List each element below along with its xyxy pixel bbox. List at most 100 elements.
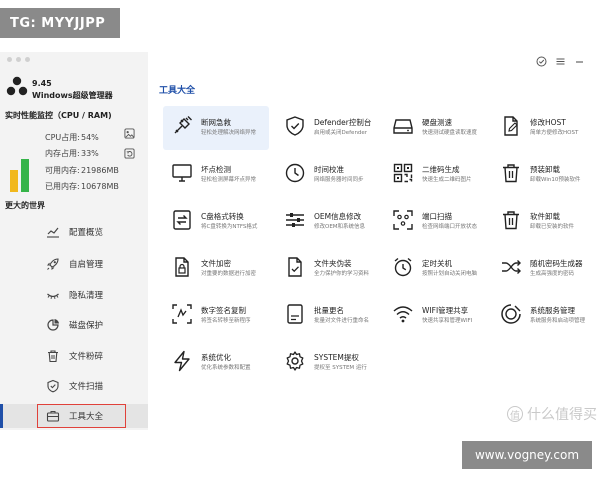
stat-value: 33% — [81, 149, 99, 159]
trash-icon — [48, 350, 58, 363]
tool-system-optimize[interactable]: 系统优化 优化系统参数和配置 — [163, 341, 269, 385]
file-check-icon — [288, 257, 302, 277]
refresh-image-icon[interactable] — [124, 148, 135, 159]
tool-batch-rename[interactable]: 批量更名 批量对文件进行重命名 — [276, 294, 382, 338]
tool-name: 批量更名 — [314, 306, 344, 315]
cpu-meter-bar — [10, 170, 18, 192]
tool-desc: 按照计划自动关闭电脑 — [422, 271, 478, 277]
tool-name: C盘格式转换 — [201, 212, 244, 221]
tool-c-convert[interactable]: C盘格式转换 将C盘转换为NTFS格式 — [163, 200, 269, 244]
rename-icon — [287, 304, 303, 324]
trash-icon — [503, 164, 519, 183]
tool-system-elevate[interactable]: SYSTEM提权 提权至 SYSTEM 运行 — [276, 341, 382, 385]
tool-wifi-share[interactable]: WIFI管理共享 快速共享和管理WIFI — [384, 294, 490, 338]
stat-value: 10678MB — [81, 182, 119, 192]
tool-name: 断网急救 — [201, 118, 231, 127]
qrcode-icon — [393, 163, 413, 183]
nav-item-config-overview[interactable]: 配置概览 — [0, 220, 148, 244]
check-circle-icon[interactable] — [536, 56, 547, 67]
nav-item-disk-protect[interactable]: 磁盘保护 — [0, 313, 148, 337]
tool-system-services[interactable]: 系统服务管理 系统服务和启动项管理 — [492, 294, 598, 338]
shield-check-icon — [286, 116, 304, 136]
tool-desc: 轻松处理解决网络异常 — [201, 130, 257, 136]
tool-signature-copy[interactable]: 数字签名复制 将签名转移至新程序 — [163, 294, 269, 338]
tool-desc: 快速共享和管理WIFI — [422, 318, 473, 324]
tool-network-rescue[interactable]: 断网急救 轻松处理解决网络异常 — [163, 106, 269, 150]
usage-meters — [10, 152, 38, 192]
tool-edit-host[interactable]: 修改HOST 简单方便修改HOST — [492, 106, 598, 150]
stat-label: 已用内存: — [45, 182, 80, 192]
tool-preinstall-uninstall[interactable]: 预装卸载 卸载Win10预装软件 — [492, 153, 598, 197]
tool-name: 随机密码生成器 — [530, 259, 583, 268]
tool-oem[interactable]: OEM信息修改 修改OEM和系统信息 — [276, 200, 382, 244]
tool-desc: 快速测试硬盘读取速度 — [422, 130, 478, 136]
tool-qrcode[interactable]: 二维码生成 快速生成二维码图片 — [384, 153, 490, 197]
nav-label: 文件粉碎 — [69, 352, 104, 362]
tool-desc: 卸载已安装的软件 — [530, 224, 575, 230]
tool-name: 修改HOST — [530, 118, 566, 127]
app-logo-icon — [6, 76, 28, 96]
tool-name: Defender控制台 — [314, 118, 372, 127]
copy-sign-icon — [172, 304, 192, 324]
tool-disk-speed[interactable]: 硬盘测速 快速测试硬盘读取速度 — [384, 106, 490, 150]
monitor-icon — [172, 164, 192, 182]
tool-software-uninstall[interactable]: 软件卸载 卸载已安装的软件 — [492, 200, 598, 244]
menu-icon[interactable] — [555, 56, 566, 67]
scan-icon — [393, 210, 413, 230]
nav-item-file-scan[interactable]: 文件扫描 — [0, 374, 148, 398]
window-dots — [7, 57, 30, 62]
nav-item-privacy[interactable]: 隐私清理 — [0, 283, 148, 307]
tool-file-encrypt[interactable]: 文件加密 对重要的数据进行加密 — [163, 247, 269, 291]
gear-icon — [286, 351, 304, 371]
maximize-dot[interactable] — [25, 57, 30, 62]
watermark-zhi: 值 什么值得买 — [507, 404, 597, 424]
stat-label: 可用内存: — [45, 165, 80, 175]
tool-name: 系统优化 — [201, 353, 231, 362]
lock-file-icon — [175, 257, 189, 277]
minimize-icon[interactable] — [574, 56, 585, 67]
tool-dead-pixel[interactable]: 坏点检测 轻松检测屏幕坏点异常 — [163, 153, 269, 197]
zhi-icon: 值 — [507, 406, 523, 422]
nav-item-file-shred[interactable]: 文件粉碎 — [0, 344, 148, 368]
section-title: 更大的世界 — [5, 201, 45, 210]
watermark-top: TG: MYYJJPP — [0, 8, 120, 38]
tool-desc: 对重要的数据进行加密 — [201, 271, 257, 277]
stat-value: 21986MB — [81, 165, 119, 175]
tool-scheduled-shutdown[interactable]: 定时关机 按照计划自动关闭电脑 — [384, 247, 490, 291]
pie-icon — [47, 319, 59, 331]
tool-time-sync[interactable]: 时间校准 网络服务器时间同步 — [276, 153, 382, 197]
minimize-dot[interactable] — [16, 57, 21, 62]
tool-desc: 系统服务和启动项管理 — [530, 318, 586, 324]
tool-defender[interactable]: Defender控制台 启用或关闭Defender — [276, 106, 382, 150]
app-name: Windows超级管理器 — [32, 91, 113, 100]
tool-name: 端口扫描 — [422, 212, 452, 221]
app-version: 9.45 — [32, 79, 52, 88]
shield-check-icon — [47, 379, 59, 393]
nav-item-startup[interactable]: 自启管理 — [0, 252, 148, 276]
tool-name: 预装卸载 — [530, 165, 560, 174]
tool-password-generator[interactable]: 随机密码生成器 生成高强度的密码 — [492, 247, 598, 291]
stat-value: 54% — [81, 132, 99, 142]
services-icon — [501, 304, 521, 324]
close-dot[interactable] — [7, 57, 12, 62]
tool-desc: 检查网络端口开放状态 — [422, 224, 478, 230]
stat-row: 可用内存: 21986MB — [45, 162, 119, 179]
file-edit-icon — [504, 116, 518, 136]
tool-name: 文件加密 — [201, 259, 231, 268]
wifi-icon — [393, 306, 413, 323]
tool-name: 时间校准 — [314, 165, 344, 174]
bolt-icon — [174, 350, 190, 372]
plug-icon — [174, 116, 192, 134]
tool-desc: 将签名转移至新程序 — [201, 318, 251, 324]
watermark-zhi-text: 什么值得买 — [527, 407, 597, 423]
tool-folder-disguise[interactable]: 文件夹伪装 全力保护你的学习资料 — [276, 247, 382, 291]
tool-desc: 轻松检测屏幕坏点异常 — [201, 177, 257, 183]
tool-desc: 生成高强度的密码 — [530, 271, 575, 277]
tool-desc: 简单方便修改HOST — [530, 130, 579, 136]
image-icon[interactable] — [124, 128, 135, 139]
stat-row: 内存占用: 33% — [45, 146, 119, 163]
highlight-box — [37, 404, 126, 428]
tool-name: 定时关机 — [422, 259, 452, 268]
stat-row: CPU占用: 54% — [45, 129, 119, 146]
tool-port-scan[interactable]: 端口扫描 检查网络端口开放状态 — [384, 200, 490, 244]
